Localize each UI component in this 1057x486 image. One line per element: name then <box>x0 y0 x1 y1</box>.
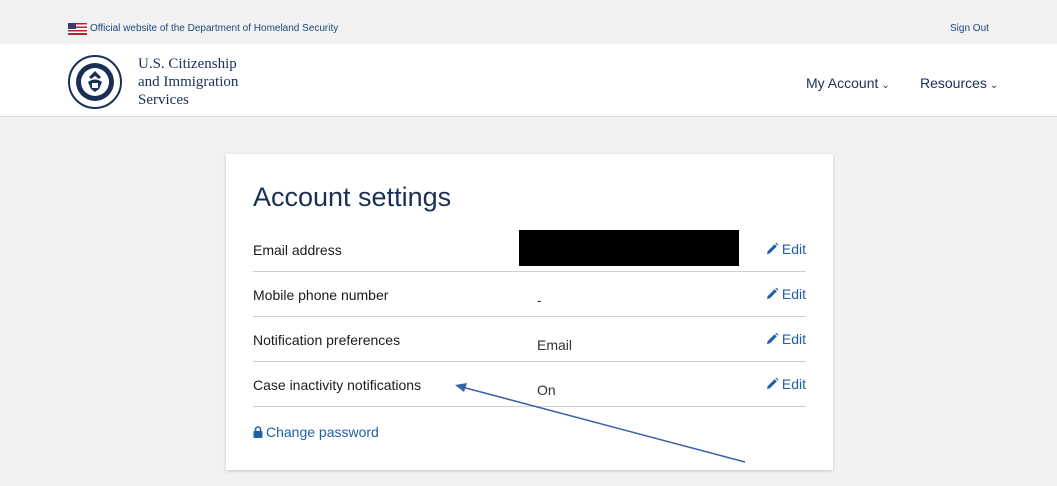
account-settings-card: Account settings Email address Edit Mobi… <box>226 154 833 470</box>
page-title: Account settings <box>253 182 452 212</box>
edit-phone-button[interactable]: Edit <box>765 286 806 302</box>
agency-name-line-1: U.S. Citizenship <box>138 56 237 72</box>
edit-case-inactivity-label: Edit <box>781 376 806 392</box>
settings-row-phone: Mobile phone number - Edit <box>253 272 806 317</box>
notification-preferences-label: Notification preferences <box>253 332 401 348</box>
pencil-icon <box>766 332 779 344</box>
redacted-email-value <box>519 230 739 266</box>
nav-resources[interactable]: Resources ⌄ <box>920 75 998 91</box>
edit-notification-preferences-button[interactable]: Edit <box>765 331 806 347</box>
settings-row-case-inactivity: Case inactivity notifications On Edit <box>253 362 806 407</box>
sign-out-link[interactable]: Sign Out <box>950 23 989 34</box>
pencil-icon <box>766 242 779 254</box>
edit-phone-label: Edit <box>781 286 806 302</box>
agency-name[interactable]: U.S. Citizenship and Immigration Service… <box>138 55 268 109</box>
us-flag-icon <box>68 23 87 35</box>
phone-value: - <box>537 292 542 308</box>
change-password-link[interactable]: Change password <box>253 424 379 440</box>
email-label: Email address <box>253 242 342 258</box>
edit-email-label: Edit <box>781 241 806 257</box>
agency-name-line-2: and Immigration <box>138 74 239 90</box>
official-website-text: Official website of the Department of Ho… <box>90 23 339 34</box>
lock-icon <box>253 426 263 438</box>
edit-notification-preferences-label: Edit <box>781 331 806 347</box>
nav-resources-label: Resources <box>920 75 987 91</box>
edit-email-button[interactable]: Edit <box>765 241 806 257</box>
settings-row-notification-preferences: Notification preferences Email Edit <box>253 317 806 362</box>
pencil-icon <box>766 287 779 299</box>
chevron-down-icon: ⌄ <box>881 80 890 91</box>
pencil-icon <box>766 377 779 389</box>
edit-case-inactivity-button[interactable]: Edit <box>765 376 806 392</box>
chevron-down-icon: ⌄ <box>989 80 999 91</box>
nav-my-account-label: My Account <box>806 75 879 91</box>
agency-name-line-3: Services <box>138 92 189 108</box>
case-inactivity-value: On <box>537 382 556 398</box>
nav-my-account[interactable]: My Account ⌄ <box>806 75 890 91</box>
settings-row-email: Email address Edit <box>253 227 806 272</box>
site-header: U.S. Citizenship and Immigration Service… <box>0 44 1057 117</box>
change-password-label: Change password <box>266 424 379 440</box>
official-banner: Official website of the Department of Ho… <box>0 0 1057 44</box>
case-inactivity-label: Case inactivity notifications <box>253 377 422 393</box>
notification-preferences-value: Email <box>537 337 573 353</box>
phone-label: Mobile phone number <box>253 287 389 303</box>
dhs-seal-icon[interactable] <box>68 55 122 109</box>
